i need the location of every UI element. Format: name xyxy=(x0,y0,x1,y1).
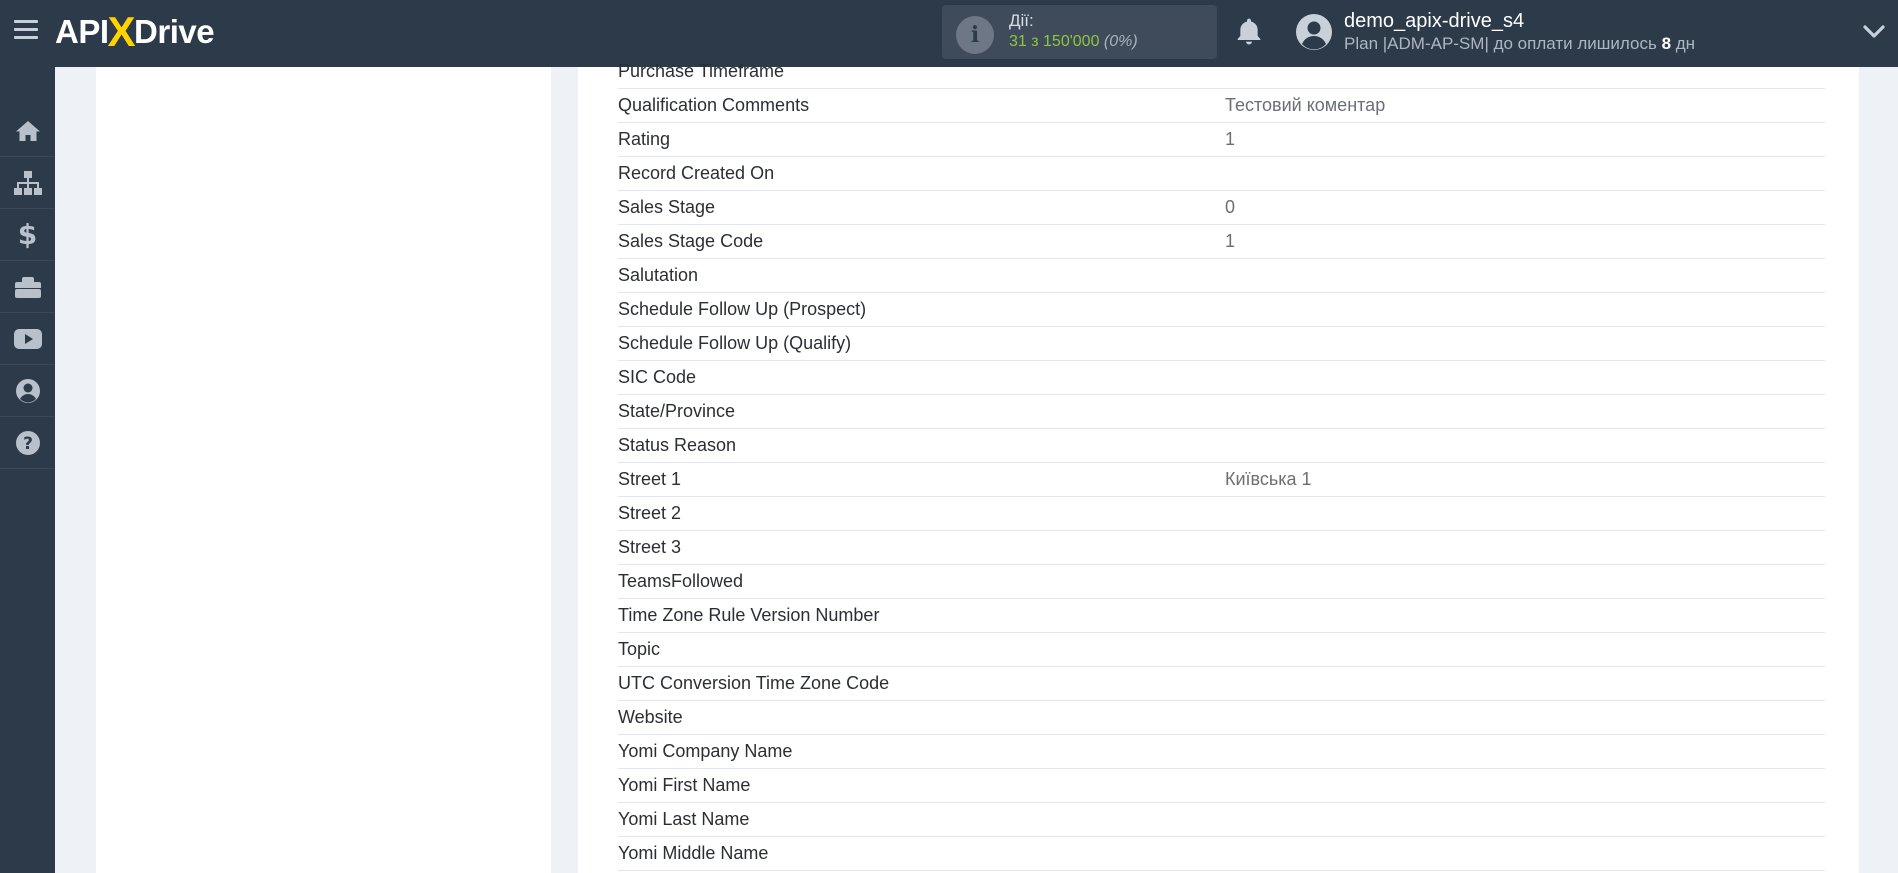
youtube-icon xyxy=(13,328,42,349)
field-row: SIC Code xyxy=(618,361,1825,395)
field-row: Purchase Timeframe xyxy=(618,55,1825,89)
sidebar-item-profile[interactable] xyxy=(0,365,55,417)
user-avatar-icon[interactable] xyxy=(1295,13,1333,51)
user-circle-icon xyxy=(15,378,40,403)
field-value: 1 xyxy=(1225,129,1236,149)
logo-text-right: Drive xyxy=(134,13,215,50)
sidebar-item-services[interactable] xyxy=(0,261,55,313)
menu-toggle-icon[interactable] xyxy=(14,20,38,44)
field-label: Yomi Last Name xyxy=(618,809,750,829)
briefcase-icon xyxy=(14,276,41,298)
sidebar: $ ? xyxy=(0,67,55,873)
field-label: UTC Conversion Time Zone Code xyxy=(618,673,890,693)
field-label: Website xyxy=(618,707,683,727)
field-row: State/Province xyxy=(618,395,1825,429)
field-row: Schedule Follow Up (Qualify) xyxy=(618,327,1825,361)
field-label: Street 1 xyxy=(618,469,682,489)
logo-text-x: X xyxy=(107,8,136,55)
actions-counter[interactable]: i Дії: 31 з 150'000 (0%) xyxy=(942,5,1217,59)
field-row: Yomi Company Name xyxy=(618,735,1825,769)
field-row: Street 3 xyxy=(618,531,1825,565)
field-label: Purchase Timeframe xyxy=(618,61,785,81)
user-name[interactable]: demo_apix-drive_s4 xyxy=(1344,10,1524,33)
field-label: TeamsFollowed xyxy=(618,571,744,591)
info-icon: i xyxy=(956,16,994,54)
field-row: Salutation xyxy=(618,259,1825,293)
field-value: 0 xyxy=(1225,197,1236,217)
field-value: Київська 1 xyxy=(1225,469,1312,489)
field-row: Qualification Comments Тестовий коментар xyxy=(618,89,1825,123)
field-label: SIC Code xyxy=(618,367,697,387)
field-row: TeamsFollowed xyxy=(618,565,1825,599)
field-label: Sales Stage xyxy=(618,197,716,217)
field-value: Тестовий коментар xyxy=(1225,95,1386,115)
plan-prefix: Plan |ADM-AP-SM| до оплати лишилось xyxy=(1344,34,1657,53)
dollar-icon: $ xyxy=(17,218,38,251)
field-row: Yomi First Name xyxy=(618,769,1825,803)
sidebar-item-connections[interactable] xyxy=(0,157,55,209)
svg-text:?: ? xyxy=(23,434,33,454)
field-row: Sales Stage Code 1 xyxy=(618,225,1825,259)
home-icon xyxy=(15,120,40,141)
field-label: Qualification Comments xyxy=(618,95,810,115)
actions-count-value: 31 з 150'000 xyxy=(1009,33,1100,50)
sidebar-item-home[interactable] xyxy=(0,105,55,157)
field-label: Sales Stage Code xyxy=(618,231,764,251)
sidebar-item-billing[interactable]: $ xyxy=(0,209,55,261)
field-row: Yomi Last Name xyxy=(618,803,1825,837)
field-label: Status Reason xyxy=(618,435,737,455)
left-panel xyxy=(96,67,551,873)
field-row: Sales Stage 0 xyxy=(618,191,1825,225)
field-label: Time Zone Rule Version Number xyxy=(618,605,880,625)
plan-suffix: дн xyxy=(1675,34,1696,53)
apix-drive-logo[interactable]: API X Drive xyxy=(55,8,215,55)
field-label: Schedule Follow Up (Qualify) xyxy=(618,333,852,353)
field-row: UTC Conversion Time Zone Code xyxy=(618,667,1825,701)
bell-icon[interactable] xyxy=(1233,16,1265,48)
field-label: Street 3 xyxy=(618,537,682,557)
field-label: Yomi Middle Name xyxy=(618,843,769,863)
sidebar-item-videos[interactable] xyxy=(0,313,55,365)
field-label: Street 2 xyxy=(618,503,682,523)
sidebar-item-help[interactable]: ? xyxy=(0,417,55,469)
field-row: Time Zone Rule Version Number xyxy=(618,599,1825,633)
field-row: Yomi Middle Name xyxy=(618,837,1825,871)
sitemap-icon xyxy=(13,170,42,195)
field-label: Yomi First Name xyxy=(618,775,751,795)
field-label: Rating xyxy=(618,129,671,149)
field-row: Rating 1 xyxy=(618,123,1825,157)
actions-label: Дії: xyxy=(1009,11,1034,30)
field-row: Street 2 xyxy=(618,497,1825,531)
field-label: Topic xyxy=(618,639,661,659)
field-label: Schedule Follow Up (Prospect) xyxy=(618,299,867,319)
actions-percent: (0%) xyxy=(1103,33,1138,50)
field-label: Record Created On xyxy=(618,163,775,183)
field-label: State/Province xyxy=(618,401,736,421)
field-row: Website xyxy=(618,701,1825,735)
logo-text-left: API xyxy=(55,13,109,50)
fields-panel: Purchase Timeframe Qualification Comments… xyxy=(578,61,1859,873)
help-icon: ? xyxy=(15,430,40,455)
field-row: Street 1 Київська 1 xyxy=(618,463,1825,497)
field-row: Record Created On xyxy=(618,157,1825,191)
field-row: Topic xyxy=(618,633,1825,667)
field-label: Yomi Company Name xyxy=(618,741,793,761)
actions-count: 31 з 150'000 (0%) xyxy=(1009,33,1138,51)
field-label: Salutation xyxy=(618,265,699,285)
chevron-down-icon[interactable] xyxy=(1862,22,1886,42)
field-value: 1 xyxy=(1225,231,1236,251)
plan-days: 8 xyxy=(1661,34,1672,53)
field-row: Schedule Follow Up (Prospect) xyxy=(618,293,1825,327)
field-row: Status Reason xyxy=(618,429,1825,463)
user-plan: Plan |ADM-AP-SM| до оплати лишилось 8 дн xyxy=(1344,34,1695,54)
